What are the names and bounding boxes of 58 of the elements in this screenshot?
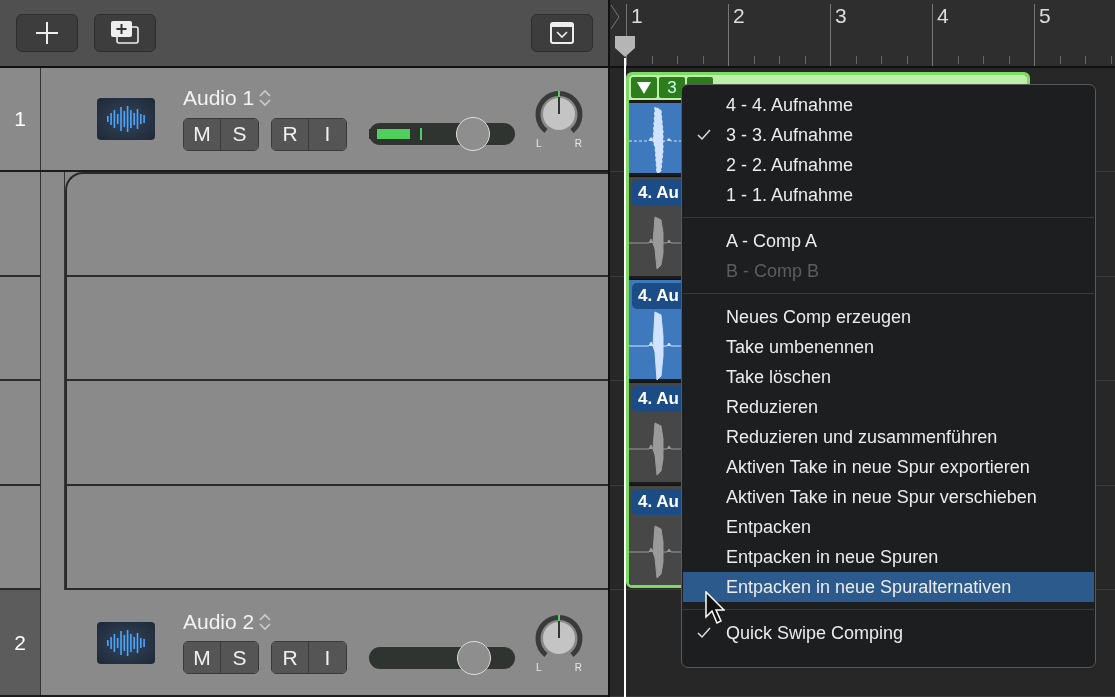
menu-item[interactable]: Take umbenennen — [683, 332, 1094, 362]
menu-item[interactable]: 4 - 4. Aufnahme — [683, 90, 1094, 120]
pan-right-label: R — [574, 662, 582, 673]
take-lane-header[interactable] — [65, 381, 608, 486]
track-number: 2 — [0, 590, 41, 695]
take-lane-header[interactable] — [65, 485, 608, 590]
dropdown-box-icon — [549, 21, 575, 45]
menu-item[interactable]: Take löschen — [683, 362, 1094, 392]
bar-number: 3 — [835, 4, 847, 27]
menu-item[interactable]: Reduzieren und zusammenführen — [683, 422, 1094, 452]
peak-marker — [419, 128, 422, 140]
input-button[interactable]: I — [309, 642, 346, 673]
pan-left-label: L — [536, 662, 542, 673]
bar-number: 2 — [733, 4, 745, 27]
menu-item[interactable]: 2 - 2. Aufnahme — [683, 150, 1094, 180]
solo-button[interactable]: S — [221, 642, 258, 673]
menu-item[interactable]: Entpacken — [683, 512, 1094, 542]
menu-item[interactable]: Neues Comp erzeugen — [683, 302, 1094, 332]
add-stack-icon — [109, 20, 141, 46]
plus-icon — [35, 21, 59, 45]
record-button[interactable]: R — [272, 118, 309, 150]
menu-item[interactable]: Entpacken in neue Spuralternativen — [683, 572, 1094, 602]
menu-item[interactable]: 3 - 3. Aufnahme — [683, 120, 1094, 150]
collapse-button[interactable] — [531, 14, 593, 52]
menu-item[interactable]: Entpacken in neue Spuren — [683, 542, 1094, 572]
menu-item[interactable]: Aktiven Take in neue Spur exportieren — [683, 452, 1094, 482]
take-number[interactable]: 3 — [659, 77, 685, 98]
take-lane-header[interactable] — [65, 276, 608, 381]
menu-item[interactable]: A - Comp A — [683, 226, 1094, 256]
mute-button[interactable]: M — [184, 118, 221, 150]
volume-fader[interactable] — [369, 116, 515, 152]
bar-number: 5 — [1039, 4, 1051, 27]
pan-right-label: R — [574, 139, 582, 149]
menu-item[interactable]: Aktiven Take in neue Spur verschieben — [683, 482, 1094, 512]
mute-button[interactable]: M — [184, 642, 221, 673]
track-header[interactable]: 1 Audio 1 M S R I L R — [0, 68, 608, 172]
bar-number: 1 — [631, 4, 643, 27]
waveform-icon — [106, 629, 146, 656]
waveform-icon — [106, 106, 146, 132]
new-track-button[interactable] — [94, 14, 156, 52]
track-header[interactable]: 2 Audio 2 M S R I L R — [0, 590, 608, 697]
cursor-icon — [705, 591, 725, 625]
fader-thumb[interactable] — [457, 640, 492, 675]
menu-item[interactable]: 1 - 1. Aufnahme — [683, 180, 1094, 210]
pan-left-label: L — [536, 139, 542, 149]
playhead-handle-icon[interactable] — [614, 35, 636, 58]
menu-item[interactable]: Quick Swipe Comping — [683, 618, 1094, 648]
add-track-button[interactable] — [16, 14, 78, 52]
bar-number: 4 — [937, 4, 949, 27]
volume-fader[interactable] — [369, 639, 515, 676]
fader-thumb[interactable] — [455, 117, 490, 151]
menu-item[interactable]: Reduzieren — [683, 392, 1094, 422]
chevron-up-down-icon — [258, 88, 273, 108]
take-lane-header[interactable] — [65, 172, 608, 277]
solo-button[interactable]: S — [221, 118, 258, 150]
chevron-up-down-icon — [258, 611, 273, 632]
record-button[interactable]: R — [272, 642, 309, 673]
input-button[interactable]: I — [309, 118, 346, 150]
